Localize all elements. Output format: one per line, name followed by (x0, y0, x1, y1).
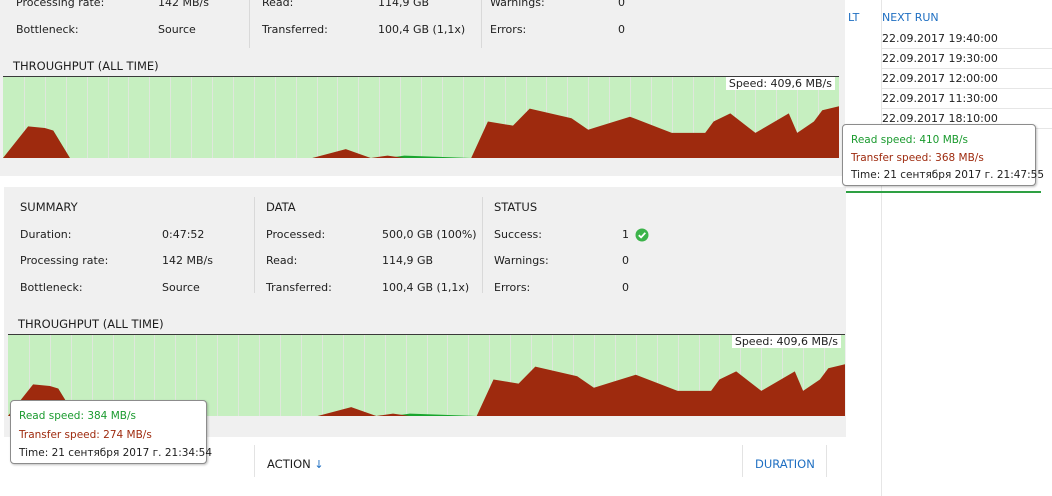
data-heading: DATA (266, 200, 296, 214)
processing-rate-value: 142 MB/s (158, 0, 209, 9)
throughput-chart-svg (3, 76, 839, 158)
column-divider (742, 445, 743, 477)
success-value: 1 (622, 228, 629, 241)
tooltip-read-speed: Read speed: 384 MB/s (19, 410, 136, 422)
success-check-icon (635, 228, 649, 242)
transferred-value: 100,4 GB (1,1x) (382, 281, 470, 294)
column-header-last-result[interactable]: LT (848, 11, 859, 24)
selection-indicator (846, 191, 1041, 193)
warnings-value: 0 (622, 254, 629, 267)
chart-tooltip: Read speed: 384 MB/s Transfer speed: 274… (10, 400, 212, 464)
next-run-value: 22.09.2017 12:00:00 (882, 72, 998, 85)
read-value: 114,9 GB (382, 254, 434, 267)
transferred-value: 100,4 GB (1,1x) (378, 23, 466, 36)
job-details-panel-top: Processing rate: 142 MB/s Bottleneck: So… (0, 0, 845, 176)
success-label: Success: (494, 228, 542, 241)
read-label: Read: (262, 0, 294, 9)
bottleneck-label: Bottleneck: (20, 281, 83, 294)
tooltip-transfer-speed: Transfer speed: 368 MB/s (851, 152, 984, 164)
warnings-value: 0 (618, 0, 625, 9)
column-divider (481, 0, 482, 48)
throughput-chart[interactable]: Speed: 409,6 MB/s (3, 76, 839, 158)
tooltip-read-speed: Read speed: 410 MB/s (851, 134, 968, 146)
speed-label: Speed: 409,6 MB/s (731, 335, 841, 348)
bottleneck-value: Source (158, 23, 196, 36)
errors-label: Errors: (490, 23, 527, 36)
speed-label: Speed: 409,6 MB/s (725, 77, 835, 90)
status-heading: STATUS (494, 200, 538, 214)
next-run-value: 22.09.2017 11:30:00 (882, 92, 998, 105)
next-run-value: 22.09.2017 19:40:00 (882, 32, 998, 45)
list-item[interactable]: 22.09.2017 11:30:00 (881, 89, 1052, 109)
column-header-next-run[interactable]: NEXT RUN (882, 11, 939, 24)
read-label: Read: (266, 254, 298, 267)
errors-label: Errors: (494, 281, 531, 294)
tooltip-time: Time: 21 сентября 2017 г. 21:47:55 (851, 169, 1045, 181)
column-divider (482, 197, 483, 293)
column-divider (249, 0, 250, 48)
transferred-label: Transferred: (266, 281, 332, 294)
throughput-title: THROUGHPUT (ALL TIME) (13, 59, 159, 73)
summary-heading: SUMMARY (20, 200, 78, 214)
bottleneck-label: Bottleneck: (16, 23, 79, 36)
processed-label: Processed: (266, 228, 326, 241)
processing-rate-label: Processing rate: (16, 0, 105, 9)
column-divider (254, 197, 255, 293)
duration-label: Duration: (20, 228, 72, 241)
errors-value: 0 (622, 281, 629, 294)
list-item[interactable]: 22.09.2017 19:40:00 (881, 29, 1052, 49)
processing-rate-value: 142 MB/s (162, 254, 213, 267)
read-value: 114,9 GB (378, 0, 430, 9)
throughput-title: THROUGHPUT (ALL TIME) (18, 317, 164, 331)
tooltip-time: Time: 21 сентября 2017 г. 21:34:54 (19, 447, 213, 459)
next-run-value: 22.09.2017 19:30:00 (882, 52, 998, 65)
list-item[interactable]: 22.09.2017 19:30:00 (881, 49, 1052, 69)
warnings-label: Warnings: (494, 254, 549, 267)
duration-value: 0:47:52 (162, 228, 205, 241)
bottleneck-value: Source (162, 281, 200, 294)
warnings-label: Warnings: (490, 0, 545, 9)
processed-value: 500,0 GB (100%) (382, 228, 477, 241)
errors-value: 0 (618, 23, 625, 36)
tooltip-transfer-speed: Transfer speed: 274 MB/s (19, 429, 152, 441)
list-item[interactable]: 22.09.2017 12:00:00 (881, 69, 1052, 89)
column-header-action-label: ACTION (267, 457, 311, 471)
chart-tooltip: Read speed: 410 MB/s Transfer speed: 368… (842, 124, 1044, 186)
column-divider (254, 445, 255, 477)
column-header-duration[interactable]: DURATION (755, 457, 815, 471)
transferred-label: Transferred: (262, 23, 328, 36)
processing-rate-label: Processing rate: (20, 254, 109, 267)
sort-descending-icon: ↓ (314, 458, 324, 471)
column-header-action[interactable]: ACTION ↓ (267, 457, 324, 471)
jobs-list-panel: LT NEXT RUN 22.09.2017 19:40:00 22.09.20… (846, 0, 1052, 496)
column-divider (826, 445, 827, 477)
